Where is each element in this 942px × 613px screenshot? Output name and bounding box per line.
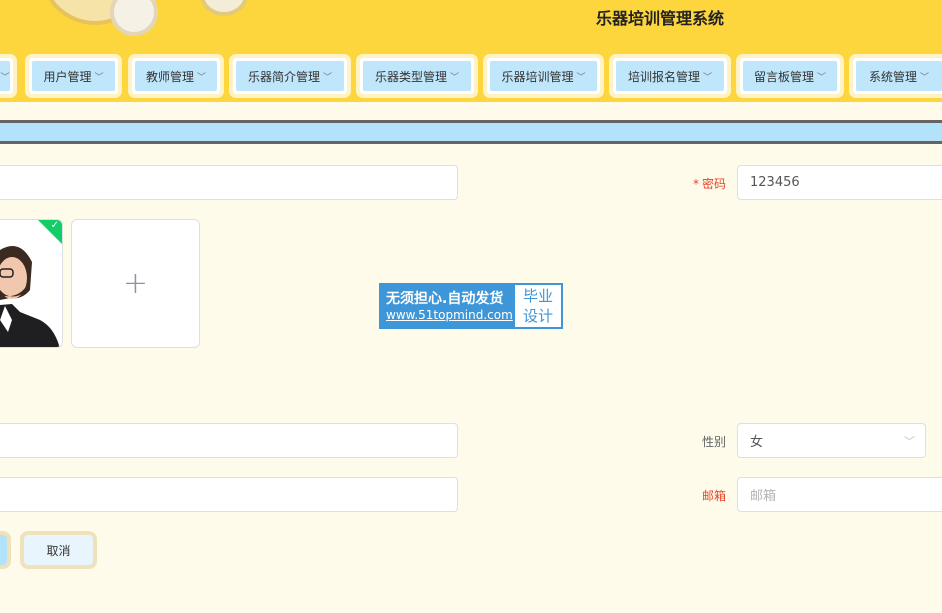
chevron-down-icon: ﹀ [450, 72, 460, 83]
nav-item-teachers[interactable]: 教师管理 ﹀ [128, 54, 224, 98]
decorative-cartoon [110, 0, 158, 36]
nav-item-system[interactable]: 系统管理 ﹀ [849, 54, 942, 98]
decorative-cartoon [200, 0, 248, 16]
app-title: 乐器培训管理系统 [596, 9, 725, 28]
gender-select[interactable]: 女 ﹀ [737, 423, 926, 458]
gender-label: 性别 [701, 435, 726, 449]
avatar-photo[interactable]: ✓ [0, 219, 63, 348]
chevron-down-icon: ﹀ [904, 435, 915, 448]
name-input[interactable] [0, 423, 458, 458]
top-nav: ﹀ 用户管理 ﹀ 教师管理 ﹀ 乐器简介管理 ﹀ 乐器类型管理 ﹀ 乐器培训管理 ﹀ 培训… [0, 50, 942, 102]
account-input[interactable] [0, 165, 458, 200]
plus-icon: + [122, 266, 149, 301]
app-header: 乐器培训管理系统 [0, 0, 942, 50]
nav-item-training-signup[interactable]: 培训报名管理 ﹀ [609, 54, 731, 98]
email-input[interactable]: 邮箱 [737, 477, 942, 512]
nav-item-partial[interactable]: ﹀ [0, 54, 17, 98]
nav-item-instrument-training[interactable]: 乐器培训管理 ﹀ [483, 54, 604, 98]
watermark-badge: 无须担心.自动发货 www.51topmind.com 毕业 设计 [379, 283, 563, 329]
check-icon: ✓ [50, 220, 59, 231]
chevron-down-icon: ﹀ [0, 72, 10, 83]
upload-add-button[interactable]: + [71, 219, 200, 348]
chevron-down-icon: ﹀ [197, 72, 207, 83]
email-label: 邮箱 [701, 489, 726, 503]
cancel-button[interactable]: 取消 [20, 531, 97, 569]
submit-button[interactable] [0, 531, 11, 569]
nav-item-users[interactable]: 用户管理 ﹀ [25, 54, 122, 98]
nav-item-instrument-intro[interactable]: 乐器简介管理 ﹀ [229, 54, 351, 98]
chevron-down-icon: ﹀ [323, 72, 333, 83]
nav-item-message-board[interactable]: 留言板管理 ﹀ [736, 54, 844, 98]
chevron-down-icon: ﹀ [703, 72, 713, 83]
password-label: * 密码 [692, 177, 726, 191]
password-input[interactable]: 123456 [737, 165, 942, 200]
nav-item-instrument-types[interactable]: 乐器类型管理 ﹀ [356, 54, 478, 98]
section-divider [0, 120, 942, 144]
phone-input[interactable] [0, 477, 458, 512]
chevron-down-icon: ﹀ [576, 72, 586, 83]
chevron-down-icon: ﹀ [94, 72, 104, 83]
chevron-down-icon: ﹀ [920, 72, 930, 83]
chevron-down-icon: ﹀ [817, 72, 827, 83]
